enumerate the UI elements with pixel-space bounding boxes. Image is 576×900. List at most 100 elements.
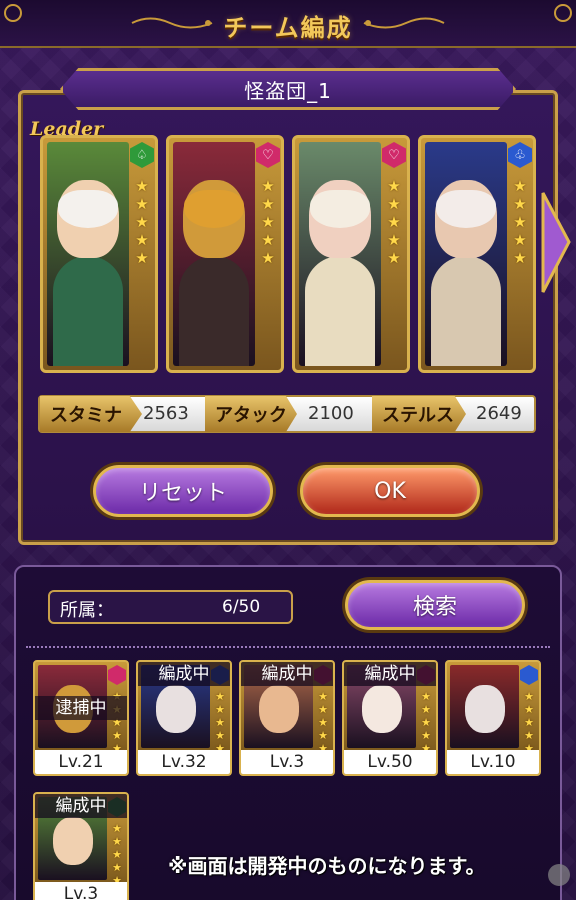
roster-character-thumb[interactable]: ★ ★ ★ ★ ★ 編成中 Lv.3 [33,792,129,900]
rarity-stars: ★★★★★ [258,178,278,266]
development-notice: ※画面は開発中のものになります。 [168,854,486,878]
star-icon: ★ [387,213,401,231]
rarity-stars: ★★★★★ [521,690,537,755]
team-member-card[interactable]: ♡ ★ ★ ★ ★ ★ [166,135,284,373]
affiliation-label: 所属： [60,600,114,621]
attribute-badge-icon [108,665,126,685]
roster-character-thumb[interactable]: ★ ★ ★ ★ ★ 編成中 Lv.3 [239,660,335,776]
rarity-stars: ★★★★★ [132,178,152,266]
star-icon: ★ [387,249,401,267]
mask-icon [436,190,496,228]
roster-character-thumb[interactable]: ★ ★ ★ ★ ★ 編成中 Lv.50 [342,660,438,776]
team-name-tab[interactable]: 怪盗団_1 [60,68,516,110]
roster-character-thumb[interactable]: ★ ★ ★ ★ ★ 編成中 Lv.32 [136,660,232,776]
star-icon: ★ [135,177,149,195]
star-icon: ★ [215,690,225,703]
reset-button-label: リセット [138,481,227,506]
star-icon: ★ [421,690,431,703]
star-icon: ★ [215,729,225,742]
star-icon: ★ [261,177,275,195]
star-icon: ★ [513,213,527,231]
star-icon: ★ [215,716,225,729]
star-icon: ★ [135,213,149,231]
star-icon: ★ [112,861,122,874]
header-bar: チーム編成 [0,0,576,48]
star-icon: ★ [261,249,275,267]
team-member-card[interactable]: ♧ ★ ★ ★ ★ ★ [418,135,536,373]
status-badge: 編成中 [344,662,436,686]
star-icon: ★ [261,195,275,213]
watermark-logo [548,864,570,886]
star-icon: ★ [513,249,527,267]
mask-icon [310,190,370,228]
character-body [179,256,249,366]
level-label: Lv.10 [447,750,539,774]
level-label: Lv.21 [35,750,127,774]
star-icon: ★ [421,703,431,716]
star-icon: ★ [318,716,328,729]
rarity-stars: ★★★★★ [384,178,404,266]
mask-icon [58,190,118,228]
team-member-card[interactable]: ♤ ★ ★ ★ ★ ★ [40,135,158,373]
level-label: Lv.32 [138,750,230,774]
character-body [53,256,123,366]
star-icon: ★ [421,729,431,742]
star-icon: ★ [135,231,149,249]
level-label: Lv.3 [35,882,127,900]
star-icon: ★ [261,213,275,231]
roster-character-thumb[interactable]: ★ ★ ★ ★ ★ Lv.10 [445,660,541,776]
page-title: チーム編成 [223,14,353,42]
star-icon: ★ [524,690,534,703]
character-face [258,685,299,733]
star-icon: ★ [387,231,401,249]
mask-icon [184,190,244,228]
ok-button[interactable]: OK [300,465,480,517]
roster-character-thumb[interactable]: ★★★★★逮捕中Lv.21 [33,660,129,776]
rarity-stars: ★★★★★ [212,690,228,755]
star-icon: ★ [387,177,401,195]
next-page-arrow-icon[interactable] [540,190,572,295]
character-portrait [299,142,381,366]
character-body [431,256,501,366]
star-icon: ★ [112,822,122,835]
character-face [361,685,402,733]
affiliation-count: 6/50 [222,597,261,617]
reset-button[interactable]: リセット [93,465,273,517]
star-icon: ★ [112,835,122,848]
star-icon: ★ [524,703,534,716]
character-portrait [173,142,255,366]
character-face [464,685,505,733]
rarity-stars: ★★★★★ [109,822,125,887]
attribute-badge-icon: ♤ [130,142,154,168]
status-badge: 編成中 [35,794,127,818]
star-icon: ★ [318,729,328,742]
attribute-badge-icon: ♧ [508,142,532,168]
attribute-badge-icon [520,665,538,685]
character-portrait [450,665,519,748]
status-badge: 編成中 [138,662,230,686]
rarity-stars: ★★★★★ [510,178,530,266]
status-badge: 編成中 [241,662,333,686]
rarity-stars: ★★★★★ [315,690,331,755]
character-portrait [425,142,507,366]
attribute-badge-icon: ♡ [382,142,406,168]
stat-value: 2100 [308,403,354,424]
star-icon: ★ [112,848,122,861]
rarity-stars: ★★★★★ [418,690,434,755]
stat-label: アタック [205,396,297,432]
star-icon: ★ [135,249,149,267]
team-member-card[interactable]: ♡ ★ ★ ★ ★ ★ [292,135,410,373]
character-face [155,685,196,733]
attribute-badge-icon: ♡ [256,142,280,168]
star-icon: ★ [421,716,431,729]
star-icon: ★ [112,729,122,742]
star-icon: ★ [513,177,527,195]
search-button[interactable]: 検索 [345,580,525,630]
star-icon: ★ [318,703,328,716]
character-portrait [47,142,129,366]
star-icon: ★ [135,195,149,213]
stat-label: スタミナ [40,396,142,432]
ok-button-label: OK [374,478,406,504]
status-badge: 逮捕中 [35,696,127,720]
star-icon: ★ [524,716,534,729]
